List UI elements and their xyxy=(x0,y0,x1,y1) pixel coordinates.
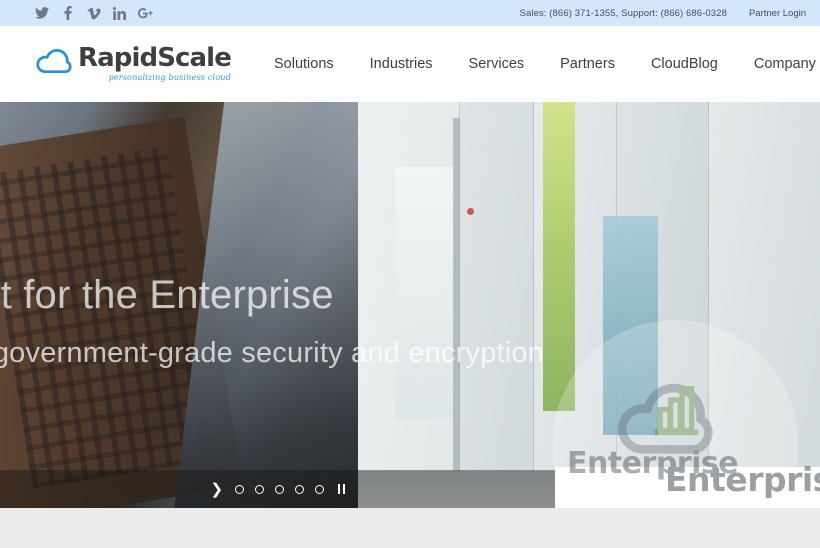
logo[interactable]: RapidScale personalizing business cloud xyxy=(34,45,232,84)
wall-panel xyxy=(459,102,534,508)
partner-login-link[interactable]: Partner Login xyxy=(749,8,806,19)
slide-dot-3[interactable] xyxy=(275,484,285,494)
red-indicator-dot xyxy=(466,207,474,215)
topbar-right-group: Sales: (866) 371-1355, Support: (866) 68… xyxy=(520,0,820,26)
nav-item-partners[interactable]: Partners xyxy=(542,56,633,72)
nav-item-cloudblog[interactable]: CloudBlog xyxy=(633,56,736,72)
facebook-icon[interactable] xyxy=(60,5,75,21)
hero-slider[interactable]: Enterprise Enterprise uilt for the Enter… xyxy=(0,102,820,508)
pause-bar-right xyxy=(342,484,345,494)
glass-green-pane xyxy=(542,102,576,411)
main-navigation: Solutions Industries Services Partners C… xyxy=(256,51,820,78)
logo-text: RapidScale personalizing business cloud xyxy=(78,42,232,84)
contact-info: Sales: (866) 371-1355, Support: (866) 68… xyxy=(519,7,727,19)
slider-controls: ❯ xyxy=(0,470,555,508)
slide-dots xyxy=(235,484,325,494)
page-body-area xyxy=(0,508,820,548)
door-frame xyxy=(452,118,460,492)
vimeo-icon[interactable] xyxy=(86,5,101,21)
logo-name: RapidScale xyxy=(78,42,232,73)
nav-item-solutions[interactable]: Solutions xyxy=(256,56,352,72)
hero-slide-outgoing xyxy=(0,102,358,508)
slide-dot-4[interactable] xyxy=(295,484,305,494)
nav-item-industries[interactable]: Industries xyxy=(352,56,451,72)
hero-slide-incoming: Enterprise Enterprise xyxy=(358,102,820,508)
wall-panel xyxy=(709,102,820,508)
slide-dot-2[interactable] xyxy=(255,484,265,494)
nav-item-services[interactable]: Services xyxy=(451,56,543,72)
cloud-logo-icon xyxy=(34,47,74,78)
pause-button-icon[interactable] xyxy=(338,484,345,494)
twitter-icon[interactable] xyxy=(34,5,49,21)
slide-dot-5[interactable] xyxy=(315,484,325,494)
glass-white-pane xyxy=(394,166,455,419)
glass-teal-pane xyxy=(602,215,659,435)
slide-dot-1[interactable] xyxy=(235,484,245,494)
linkedin-icon[interactable] xyxy=(112,5,127,21)
site-header: RapidScale personalizing business cloud … xyxy=(0,26,820,102)
white-transition-block xyxy=(554,467,820,508)
next-slide-arrow-icon[interactable]: ❯ xyxy=(210,482,223,497)
building-windows-texture xyxy=(0,146,217,489)
pause-bar-left xyxy=(338,484,341,494)
top-utility-bar: Sales: (866) 371-1355, Support: (866) 68… xyxy=(0,0,820,26)
googleplus-icon[interactable] xyxy=(138,5,153,21)
nav-item-company[interactable]: Company xyxy=(736,56,820,72)
social-links xyxy=(34,5,153,21)
logo-tagline: personalizing business cloud xyxy=(108,71,231,82)
